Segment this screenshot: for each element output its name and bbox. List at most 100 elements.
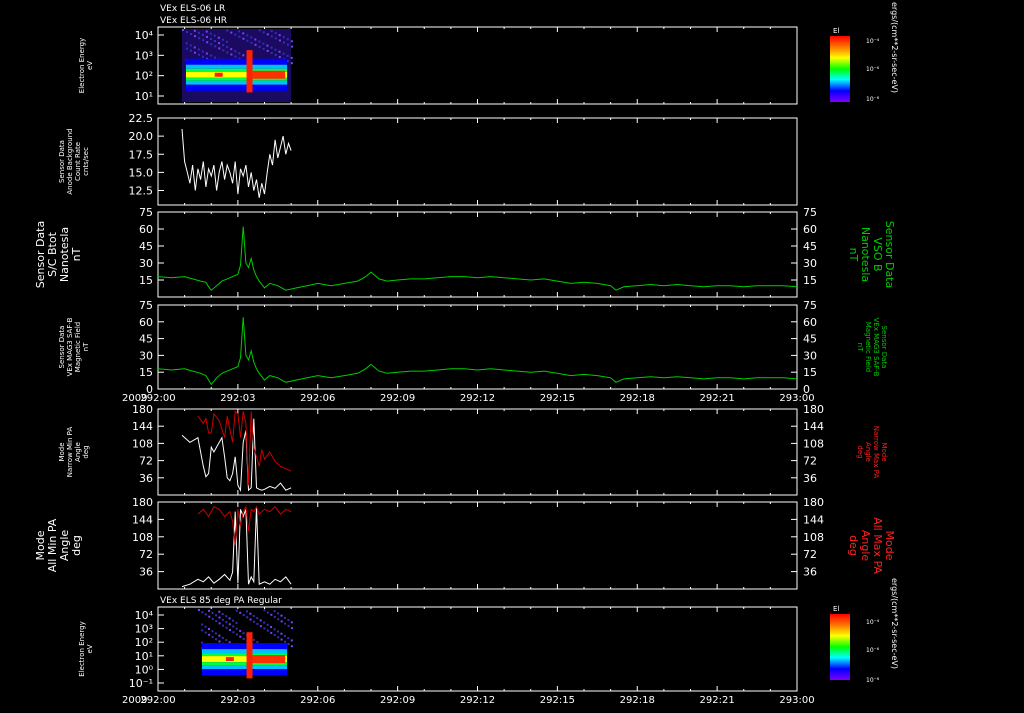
spectrogram-speckle xyxy=(208,615,211,618)
y-tick-label-anode-background: 22.5 xyxy=(129,112,154,125)
spectrogram-speckle xyxy=(232,619,235,622)
y-tick-label-right-all-pa: 108 xyxy=(803,531,824,544)
spectrogram-speckle xyxy=(198,37,201,40)
y-tick-label-btot: 45 xyxy=(139,240,153,253)
spectrogram-speckle xyxy=(193,46,196,49)
spectrogram-speckle xyxy=(209,32,212,35)
y-tick-label-els-85deg-spectrogram: 10⁴ xyxy=(135,609,154,622)
y-axis-label-mag3-field: VEx MAG3 SAF-B xyxy=(66,317,74,376)
spectrogram-speckle xyxy=(242,632,245,635)
colorbar-bottom-scale xyxy=(830,614,850,680)
y-axis-label-narrow-pa: Mode xyxy=(58,442,66,461)
spectrogram-speckle xyxy=(249,612,252,615)
colorbar-bottom-label-0: 10⁻⁴ xyxy=(866,619,880,626)
spectrogram-speckle xyxy=(226,29,229,32)
spectrogram-speckle xyxy=(284,640,287,643)
spectrogram-speckle xyxy=(221,636,224,639)
y-tick-label-right-btot: 45 xyxy=(803,240,817,253)
y-tick-label-right-all-pa: 144 xyxy=(803,513,824,526)
spectrogram-speckle xyxy=(197,609,200,611)
spectrogram-speckle xyxy=(239,635,242,638)
spectrogram-speckle xyxy=(282,52,285,55)
colorbar-bottom-unit: ergs/(cm**2-sr-sec-eV) xyxy=(890,578,899,669)
spectrogram-speckle xyxy=(238,35,241,38)
y-axis-label-right-narrow-pa: Angle xyxy=(864,442,872,462)
spectrogram-hotband xyxy=(252,655,286,664)
spectrogram-speckle xyxy=(252,614,255,617)
y-tick-label-anode-background: 17.5 xyxy=(129,148,154,161)
y-tick-label-els-hr-spectrogram: 10⁴ xyxy=(135,29,154,42)
spectrogram-speckle xyxy=(218,634,221,637)
spectrogram-speckle xyxy=(194,35,197,38)
spectrogram-speckle xyxy=(287,624,290,627)
spectrogram-speckle xyxy=(239,629,242,632)
spectrogram-speckle xyxy=(198,53,201,56)
spectrogram-speckle xyxy=(270,35,273,38)
y-axis-label-anode-background: Sensor Data xyxy=(58,140,66,183)
spectrogram-spike xyxy=(246,632,253,679)
y-tick-label-btot: 15 xyxy=(139,274,153,287)
y-axis-label-narrow-pa: deg xyxy=(82,445,90,458)
time-tick-label: 292:18 xyxy=(620,393,655,404)
spectrogram-speckle xyxy=(190,33,193,36)
spectrogram-speckle xyxy=(214,614,217,617)
y-axis-label-mag3-field: nT xyxy=(82,342,90,351)
y-tick-label-els-85deg-spectrogram: 10³ xyxy=(135,623,153,636)
spectrogram-speckle xyxy=(201,611,204,614)
colorbar-top-label-2: 10⁻⁸ xyxy=(866,96,880,103)
spectrogram-speckle xyxy=(286,38,289,41)
time-tick-label: 292:00 xyxy=(140,695,175,706)
spectrogram-speckle xyxy=(259,619,262,622)
spectrogram-speckle xyxy=(201,33,204,36)
spectrogram-speckle xyxy=(186,31,189,34)
spectrogram-speckle xyxy=(266,33,269,36)
y-axis-label-anode-background: Anode Background xyxy=(66,128,74,194)
y-axis-label-right-narrow-pa: Mode xyxy=(880,442,888,461)
spectrogram-speckle xyxy=(286,43,289,46)
y-axis-label-right-mag3-field: Magnetic Field xyxy=(864,322,872,372)
spectrogram-speckle xyxy=(273,610,276,613)
spectrogram-band xyxy=(185,84,288,91)
spectrogram-speckle xyxy=(273,628,276,631)
spectrogram-speckle xyxy=(218,640,221,643)
spectrogram-speckle xyxy=(291,627,294,630)
spectrogram-speckle xyxy=(185,47,188,50)
spectrogram-speckle xyxy=(246,34,249,37)
spectrogram-speckle xyxy=(282,36,285,39)
spectrogram-speckle xyxy=(204,631,207,634)
spectrogram-speckle xyxy=(235,621,238,624)
y-tick-label-btot: 60 xyxy=(139,223,153,236)
colorbar-top-scale xyxy=(830,36,850,102)
spectrogram-speckle xyxy=(250,41,253,44)
colorbar-bottom-label-1: 10⁻⁶ xyxy=(866,647,880,654)
y-tick-label-els-hr-spectrogram: 10² xyxy=(135,70,153,83)
spectrogram-speckle xyxy=(254,43,257,46)
spectrogram-speckle xyxy=(225,639,228,642)
spectrogram-speckle xyxy=(235,627,238,630)
spectrogram-speckle xyxy=(287,619,290,622)
y-tick-label-all-pa: 36 xyxy=(139,566,153,579)
y-tick-label-narrow-pa: 72 xyxy=(139,455,153,468)
y-tick-label-els-85deg-spectrogram: 10⁻¹ xyxy=(129,677,153,690)
time-tick-label: 293:00 xyxy=(779,695,814,706)
spectrogram-speckle xyxy=(211,617,214,620)
spectrogram-band xyxy=(185,64,288,69)
spectrogram-band xyxy=(201,669,288,676)
y-tick-label-right-mag3-field: 45 xyxy=(803,333,817,346)
spectrogram-speckle xyxy=(205,30,208,33)
spectrogram-speckle xyxy=(228,617,231,620)
y-tick-label-anode-background: 12.5 xyxy=(129,185,154,198)
spectrogram-speckle xyxy=(205,52,208,55)
y-axis-label-narrow-pa: Narrow Min PA xyxy=(66,427,74,478)
spectrogram-speckle xyxy=(282,41,285,44)
colorbar-top-label-1: 10⁻⁶ xyxy=(866,66,880,73)
time-tick-label: 292:03 xyxy=(220,695,255,706)
spectrogram-speckle xyxy=(201,629,204,632)
spectrogram-speckle xyxy=(206,41,209,44)
y-axis-label-anode-background: Count Rate xyxy=(74,142,82,181)
spectrogram-speckle xyxy=(213,34,216,37)
spectrogram-speckle xyxy=(225,615,228,618)
y-tick-label-right-btot: 60 xyxy=(803,223,817,236)
spectrogram-speckle xyxy=(263,621,266,624)
time-tick-label: 292:15 xyxy=(540,393,575,404)
